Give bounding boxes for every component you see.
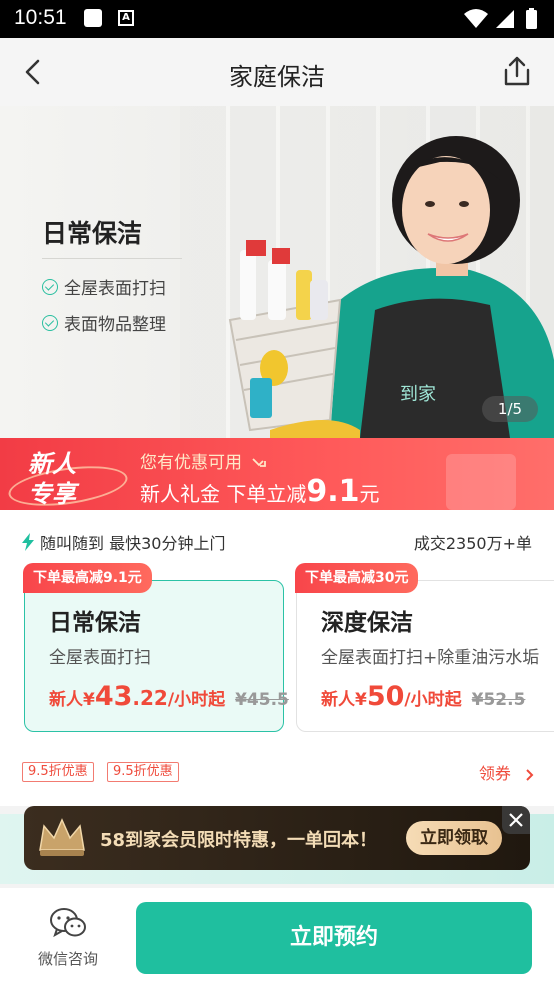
status-icons (464, 8, 537, 29)
battery-icon (526, 10, 537, 29)
banner-feature-label: 表面物品整理 (64, 315, 166, 335)
promo-subtitle-text: 您有优惠可用 (140, 453, 242, 473)
card-price: 新人¥43.22/小时起 ¥45.5 (49, 681, 289, 712)
wechat-consult-button[interactable]: 微信咨询 (30, 906, 106, 969)
card-desc: 全屋表面打扫 (49, 648, 151, 668)
banner-feature: 表面物品整理 (42, 310, 166, 335)
share-icon[interactable] (500, 54, 534, 88)
promo-main: 新人礼金 下单立减9.1元 (140, 474, 380, 509)
service-tagline-text: 随叫随到 最快30分钟上门 (40, 534, 226, 553)
promo-badge-line2: 专享 (28, 480, 76, 508)
card-price: 新人¥50/小时起 ¥52.5 (321, 681, 525, 712)
member-promo-text: 58到家会员限时特惠，一单回本！ (100, 830, 378, 851)
claim-now-button[interactable]: 立即领取 (406, 821, 502, 855)
hero-banner[interactable]: 日常保洁 全屋表面打扫 表面物品整理 到家 1/5 (0, 106, 554, 438)
notification-icon (84, 9, 102, 27)
coupon-label: 领券 (478, 764, 511, 783)
original-price: ¥45.5 (235, 690, 289, 710)
member-promo-banner[interactable]: 58到家会员限时特惠，一单回本！ 立即领取 (24, 806, 530, 870)
banner-feature-label: 全屋表面打扫 (64, 279, 166, 299)
app-badge-icon: A (118, 10, 134, 26)
price-decimal: .22 (132, 686, 168, 710)
card-ribbon: 下单最高减30元 (295, 563, 419, 593)
banner-pager: 1/5 (482, 396, 538, 422)
navigation-bar: 家庭保洁 (0, 38, 554, 106)
bottom-action-bar: 微信咨询 立即预约 (0, 888, 554, 984)
banner-title: 日常保洁 (42, 219, 143, 248)
promo-amount: 9.1 (306, 474, 360, 509)
status-bar: 10:51 A (0, 0, 554, 38)
card-name: 深度保洁 (321, 610, 413, 636)
signal-icon (496, 10, 514, 28)
promo-unit: 元 (359, 482, 380, 506)
price-prefix: 新人¥ (321, 690, 367, 710)
wechat-consult-label: 微信咨询 (37, 950, 98, 968)
service-tagline: 随叫随到 最快30分钟上门 (22, 530, 225, 554)
arrow-down-right-icon (252, 458, 267, 467)
discount-tag: 9.5折优惠 (107, 762, 179, 782)
discount-tag: 9.5折优惠 (22, 762, 94, 782)
check-circle-icon (42, 314, 58, 331)
wifi-icon (464, 9, 488, 28)
promo-subtitle: 您有优惠可用 (140, 448, 267, 473)
get-coupon-link[interactable]: 领券 (479, 760, 536, 784)
original-price: ¥52.5 (471, 690, 526, 710)
price-integer: 43 (94, 681, 133, 712)
card-ribbon: 下单最高减9.1元 (23, 563, 152, 593)
check-circle-icon (42, 278, 58, 295)
service-card-deep[interactable]: 下单最高减30元 深度保洁 全屋表面打扫+除重油污水垢 新人¥50/小时起 ¥52… (295, 563, 554, 732)
new-user-promo[interactable]: 新人 专享 您有优惠可用 新人礼金 下单立减9.1元 (0, 438, 554, 510)
price-suffix: /小时起 (167, 690, 226, 710)
promo-main-text: 新人礼金 下单立减 (140, 482, 307, 506)
gift-box-icon (446, 454, 516, 510)
crown-icon (39, 818, 85, 856)
price-suffix: /小时起 (404, 690, 462, 710)
status-time: 10:51 (14, 6, 67, 29)
banner-feature: 全屋表面打扫 (42, 274, 166, 299)
apron-logo-text: 到家 (400, 384, 436, 405)
deal-count: 成交2350万+单 (413, 534, 532, 553)
service-section: 随叫随到 最快30分钟上门 成交2350万+单 下单最高减9.1元 日常保洁 全… (0, 510, 554, 806)
page-title: 家庭保洁 (229, 63, 325, 91)
cleaner-illustration: 到家 (228, 136, 554, 438)
price-prefix: 新人¥ (49, 690, 95, 710)
price-integer: 50 (366, 681, 405, 712)
close-icon[interactable] (502, 806, 530, 834)
card-name: 日常保洁 (49, 610, 141, 636)
chevron-right-icon (526, 768, 534, 781)
wechat-icon (50, 908, 86, 938)
banner-divider (42, 258, 182, 259)
lightning-icon (22, 533, 34, 551)
service-card-daily[interactable]: 下单最高减9.1元 日常保洁 全屋表面打扫 新人¥43.22/小时起 ¥45.5 (23, 563, 289, 732)
card-desc: 全屋表面打扫+除重油污水垢 (321, 648, 540, 668)
book-now-button[interactable]: 立即预约 (136, 902, 532, 974)
